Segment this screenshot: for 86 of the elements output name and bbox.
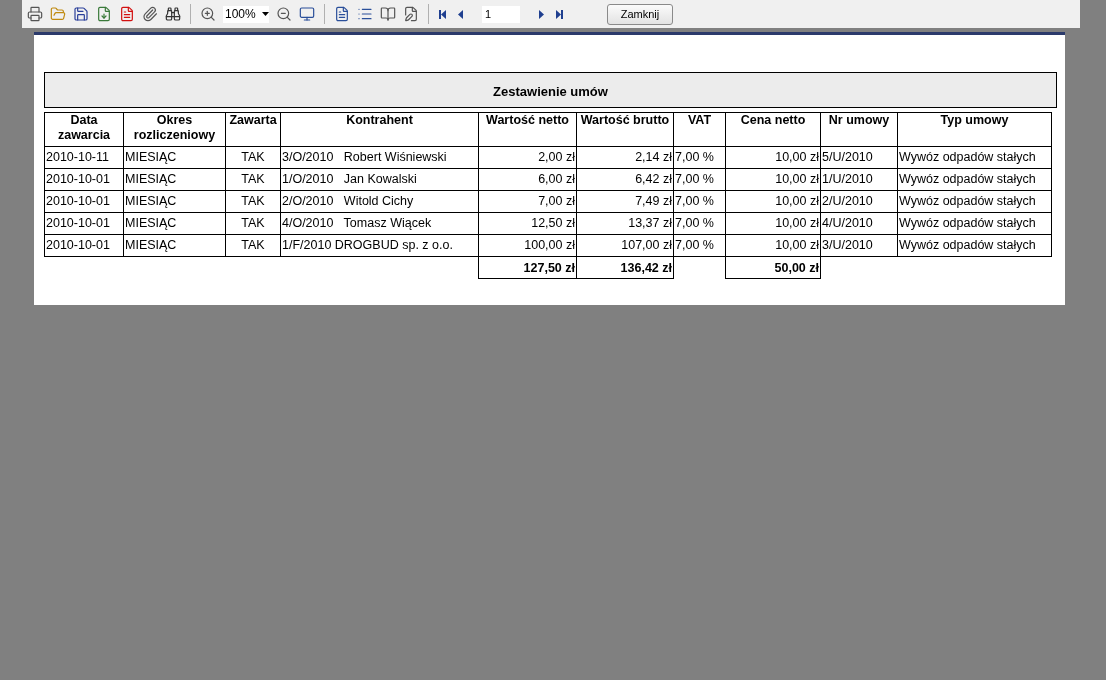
total-cell: 127,50 zł (478, 256, 577, 279)
table-cell: 7,00 % (673, 190, 726, 213)
table-cell: MIESIĄC (123, 234, 226, 257)
table-cell: 2010-10-01 (44, 190, 124, 213)
total-cell: 50,00 zł (725, 256, 821, 279)
table-cell: MIESIĄC (123, 212, 226, 235)
close-button[interactable]: Zamknij (607, 3, 673, 25)
table-cell: Wywóz odpadów stałych (897, 190, 1052, 213)
table-cell: 2010-10-01 (44, 212, 124, 235)
table-cell: TAK (225, 234, 281, 257)
search-icon[interactable] (165, 6, 181, 22)
table-cell: 10,00 zł (725, 234, 821, 257)
edit-icon[interactable] (403, 6, 419, 22)
table-cell: 6,42 zł (576, 168, 674, 191)
page-field[interactable]: 1 (482, 5, 520, 23)
table-cell: 4/O/2010 Tomasz Wiącek (280, 212, 479, 235)
column-header: Data zawarcia (44, 112, 124, 147)
table-cell: TAK (225, 190, 281, 213)
column-header: Typ umowy (897, 112, 1052, 147)
table-cell: 2,00 zł (478, 146, 577, 169)
table-cell: 3/O/2010 Robert Wiśniewski (280, 146, 479, 169)
table-cell: 1/U/2010 (820, 168, 898, 191)
next-page-icon[interactable] (537, 8, 547, 20)
table-cell: Wywóz odpadów stałych (897, 212, 1052, 235)
zoom-select[interactable]: 100% (223, 5, 269, 23)
table-cell: 3/U/2010 (820, 234, 898, 257)
table-cell: Wywóz odpadów stałych (897, 168, 1052, 191)
book-icon[interactable] (380, 6, 396, 22)
table-cell: 100,00 zł (478, 234, 577, 257)
monitor-icon[interactable] (299, 6, 315, 22)
table-cell: MIESIĄC (123, 190, 226, 213)
table-cell: 7,00 % (673, 168, 726, 191)
table-cell: 7,00 % (673, 146, 726, 169)
last-page-icon[interactable] (554, 8, 564, 20)
table-cell: 2/O/2010 Witold Cichy (280, 190, 479, 213)
table-cell: 1/O/2010 Jan Kowalski (280, 168, 479, 191)
table-cell: 2/U/2010 (820, 190, 898, 213)
list-icon[interactable] (357, 6, 373, 22)
column-header: Cena netto (725, 112, 821, 147)
caret-icon (262, 12, 269, 16)
table-cell: 10,00 zł (725, 146, 821, 169)
page-icon[interactable] (334, 6, 350, 22)
table-cell: 1/F/2010 DROGBUD sp. z o.o. (280, 234, 479, 257)
report-title: Zestawienie umów (44, 72, 1057, 108)
table-cell: 2,14 zł (576, 146, 674, 169)
folder-icon[interactable] (50, 6, 66, 22)
previous-page-icon[interactable] (455, 8, 465, 20)
table-cell: 10,00 zł (725, 212, 821, 235)
export-icon[interactable] (96, 6, 112, 22)
table-cell: Wywóz odpadów stałych (897, 146, 1052, 169)
column-header: Zawarta (225, 112, 281, 147)
table-cell: 7,00 zł (478, 190, 577, 213)
table-cell: 7,49 zł (576, 190, 674, 213)
column-header: Wartość brutto (576, 112, 674, 147)
column-header: Nr umowy (820, 112, 898, 147)
zoom-in-icon[interactable] (200, 6, 216, 22)
table-cell: TAK (225, 168, 281, 191)
zoom-out-icon[interactable] (276, 6, 292, 22)
table-cell: MIESIĄC (123, 146, 226, 169)
table-cell: Wywóz odpadów stałych (897, 234, 1052, 257)
table-cell: 2010-10-01 (44, 234, 124, 257)
total-cell: 136,42 zł (576, 256, 674, 279)
table-cell: 4/U/2010 (820, 212, 898, 235)
column-header: VAT (673, 112, 726, 147)
table-cell: 12,50 zł (478, 212, 577, 235)
table-cell: 107,00 zł (576, 234, 674, 257)
printer-icon[interactable] (27, 6, 43, 22)
table-cell: 13,37 zł (576, 212, 674, 235)
table-cell: 2010-10-11 (44, 146, 124, 169)
table-cell: 7,00 % (673, 212, 726, 235)
table-cell: TAK (225, 212, 281, 235)
first-page-icon[interactable] (438, 8, 448, 20)
table-cell: 10,00 zł (725, 190, 821, 213)
paperclip-icon[interactable] (142, 6, 158, 22)
pdf-icon[interactable] (119, 6, 135, 22)
column-header: Kontrahent (280, 112, 479, 147)
table-cell: 7,00 % (673, 234, 726, 257)
table-cell: MIESIĄC (123, 168, 226, 191)
column-header: Okres rozliczeniowy (123, 112, 226, 147)
table-cell: 6,00 zł (478, 168, 577, 191)
table-cell: 10,00 zł (725, 168, 821, 191)
table-cell: 5/U/2010 (820, 146, 898, 169)
table-cell: TAK (225, 146, 281, 169)
save-icon[interactable] (73, 6, 89, 22)
column-header: Wartość netto (478, 112, 577, 147)
table-cell: 2010-10-01 (44, 168, 124, 191)
